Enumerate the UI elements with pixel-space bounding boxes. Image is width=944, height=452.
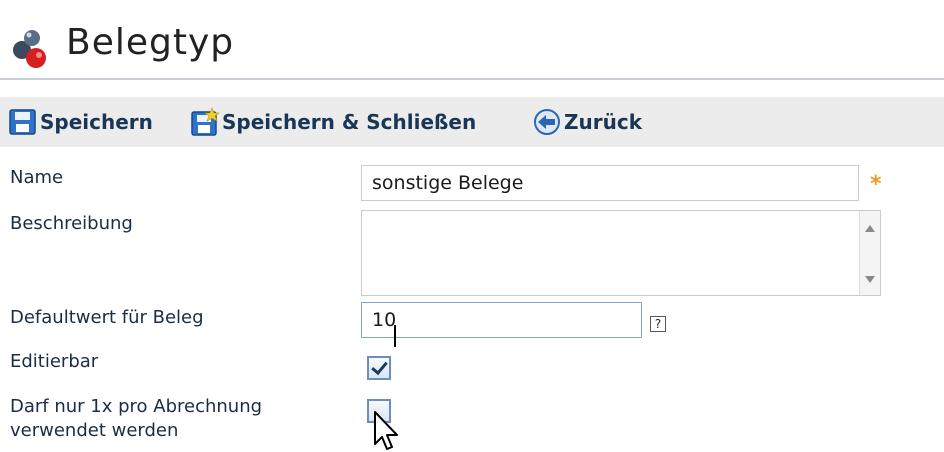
default-value-field[interactable]: 10: [361, 302, 642, 338]
back-button-label: Zurück: [564, 110, 642, 134]
default-value-field-value: 10: [372, 309, 397, 331]
once-per-billing-label-line1: Darf nur 1x pro Abrechnung: [10, 396, 263, 417]
toolbar: Speichern Speichern & Schließen Zurück: [0, 97, 944, 147]
description-label: Beschreibung: [10, 213, 133, 234]
save-and-close-button[interactable]: Speichern & Schließen: [190, 97, 476, 147]
editable-checkbox[interactable]: [367, 356, 391, 380]
save-and-close-button-label: Speichern & Schließen: [222, 110, 477, 134]
once-per-billing-label: Darf nur 1x pro Abrechnung verwendet wer…: [10, 395, 262, 443]
once-per-billing-label-line2: verwendet werden: [10, 420, 179, 441]
save-close-icon: [191, 107, 220, 136]
required-indicator: *: [870, 172, 882, 197]
back-button[interactable]: Zurück: [532, 97, 642, 147]
save-icon: [9, 109, 36, 135]
mouse-pointer-icon: [374, 411, 398, 450]
help-icon[interactable]: ?: [650, 316, 666, 332]
back-arrow-icon: [534, 109, 560, 135]
name-field-value: sonstige Belege: [372, 172, 524, 194]
description-scrollbar[interactable]: [859, 211, 880, 295]
editable-label: Editierbar: [10, 351, 99, 372]
save-button-label: Speichern: [40, 110, 153, 134]
page-title: Belegtyp: [66, 22, 235, 63]
scroll-down-arrow-icon: [865, 276, 875, 283]
description-field[interactable]: [361, 210, 881, 296]
name-label: Name: [10, 167, 64, 188]
save-button[interactable]: Speichern: [8, 97, 153, 147]
name-field[interactable]: sonstige Belege: [361, 165, 859, 201]
belegtyp-app-icon: [8, 26, 54, 72]
scroll-up-arrow-icon: [865, 225, 875, 232]
default-value-label: Defaultwert für Beleg: [10, 307, 204, 328]
page-header: Belegtyp: [0, 0, 944, 80]
text-caret: [394, 325, 396, 347]
header-divider: [0, 78, 944, 80]
